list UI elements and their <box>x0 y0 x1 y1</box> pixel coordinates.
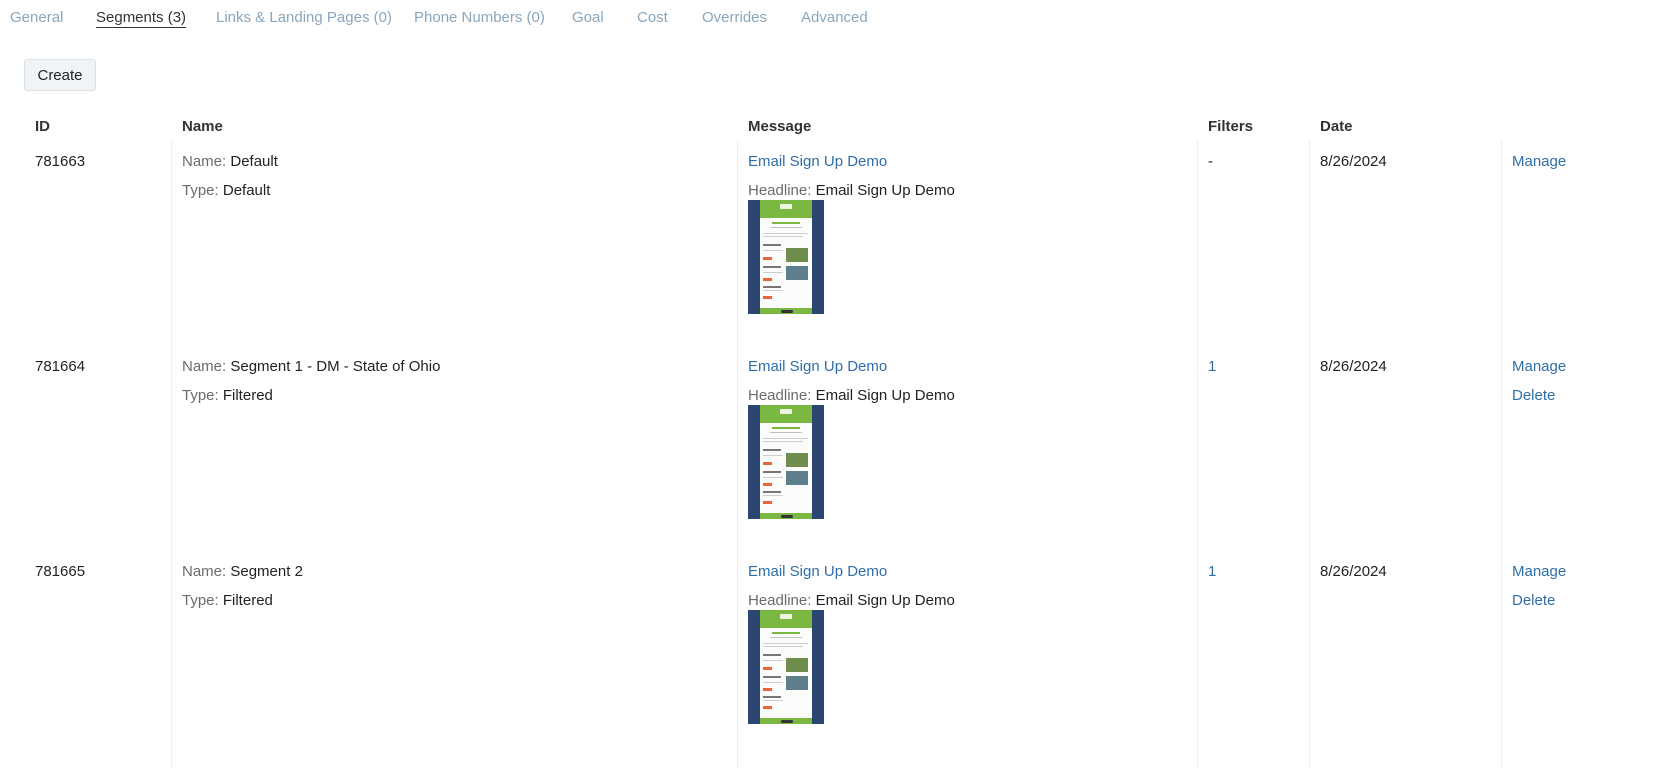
header-filters: Filters <box>1208 118 1254 135</box>
message-link[interactable]: Email Sign Up Demo <box>748 358 887 375</box>
name-label: Name: <box>182 153 227 170</box>
headline-label: Headline: <box>748 182 812 199</box>
segment-name: Segment 1 - DM - State of Ohio <box>230 358 441 375</box>
row-date: 8/26/2024 <box>1320 563 1387 580</box>
type-field: Type: Filtered <box>182 387 273 404</box>
segment-name: Default <box>230 153 278 170</box>
email-thumbnail[interactable] <box>748 200 824 314</box>
name-field: Name: Segment 1 - DM - State of Ohio <box>182 358 440 375</box>
type-label: Type: <box>182 387 219 404</box>
segment-name: Segment 2 <box>230 563 303 580</box>
name-label: Name: <box>182 563 227 580</box>
row-id: 781664 <box>35 358 86 375</box>
filters-count: - <box>1208 153 1213 170</box>
headline-value: Email Sign Up Demo <box>815 592 955 609</box>
row-date: 8/26/2024 <box>1320 153 1387 170</box>
segments-table: ID Name Message Filters Date 781663 Name… <box>0 0 1662 768</box>
headline-label: Headline: <box>748 387 812 404</box>
segment-type: Filtered <box>222 592 273 609</box>
type-label: Type: <box>182 182 219 199</box>
type-label: Type: <box>182 592 219 609</box>
table-row: 781665 Name: Segment 2 Type: Filtered Em… <box>0 558 1662 763</box>
type-field: Type: Default <box>182 182 270 199</box>
header-message: Message <box>748 118 812 135</box>
email-thumbnail[interactable] <box>748 610 824 724</box>
delete-link[interactable]: Delete <box>1512 387 1555 404</box>
table-row: 781664 Name: Segment 1 - DM - State of O… <box>0 353 1662 558</box>
headline-field: Headline: Email Sign Up Demo <box>748 592 955 609</box>
message-link[interactable]: Email Sign Up Demo <box>748 563 887 580</box>
table-row: 781663 Name: Default Type: Default Email… <box>0 148 1662 353</box>
type-field: Type: Filtered <box>182 592 273 609</box>
filters-count-link[interactable]: 1 <box>1208 563 1216 580</box>
email-thumbnail[interactable] <box>748 405 824 519</box>
name-field: Name: Segment 2 <box>182 563 303 580</box>
name-label: Name: <box>182 358 227 375</box>
row-date: 8/26/2024 <box>1320 358 1387 375</box>
header-name: Name <box>182 118 223 135</box>
name-field: Name: Default <box>182 153 278 170</box>
message-link[interactable]: Email Sign Up Demo <box>748 153 887 170</box>
row-id: 781663 <box>35 153 86 170</box>
filters-count-link[interactable]: 1 <box>1208 358 1216 375</box>
header-date: Date <box>1320 118 1353 135</box>
segment-type: Default <box>222 182 271 199</box>
headline-label: Headline: <box>748 592 812 609</box>
row-id: 781665 <box>35 563 86 580</box>
delete-link[interactable]: Delete <box>1512 592 1555 609</box>
header-id: ID <box>35 118 50 135</box>
headline-value: Email Sign Up Demo <box>815 182 955 199</box>
segment-type: Filtered <box>222 387 273 404</box>
manage-link[interactable]: Manage <box>1512 563 1566 580</box>
headline-field: Headline: Email Sign Up Demo <box>748 182 955 199</box>
headline-field: Headline: Email Sign Up Demo <box>748 387 955 404</box>
manage-link[interactable]: Manage <box>1512 153 1566 170</box>
manage-link[interactable]: Manage <box>1512 358 1566 375</box>
headline-value: Email Sign Up Demo <box>815 387 955 404</box>
